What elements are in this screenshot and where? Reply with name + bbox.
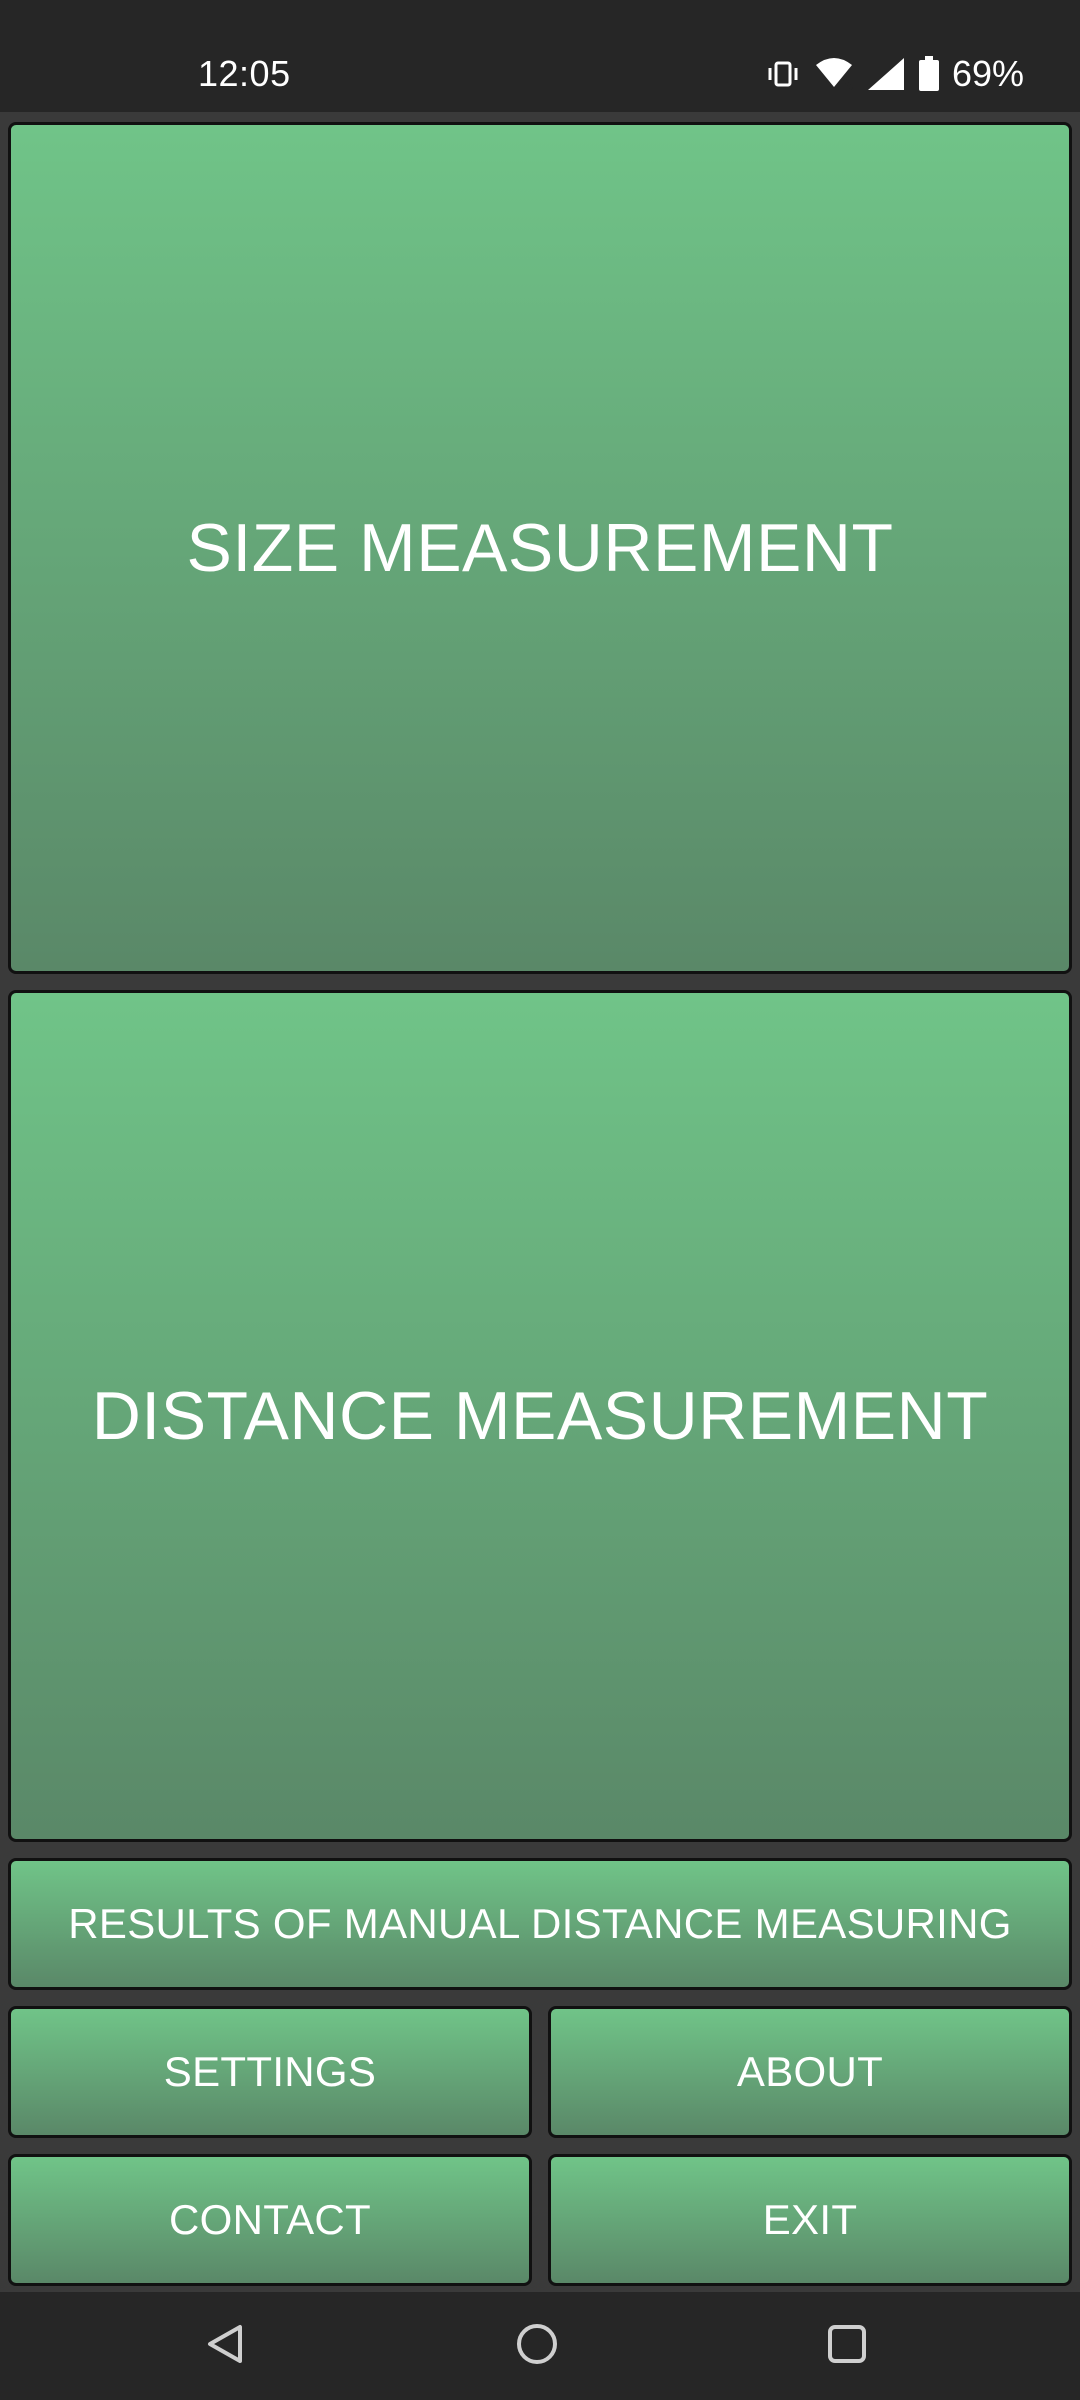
size-measurement-button[interactable]: SIZE MEASUREMENT — [8, 122, 1072, 974]
size-measurement-label: SIZE MEASUREMENT — [186, 510, 894, 586]
back-button[interactable] — [180, 2310, 270, 2382]
status-icons: 69% — [766, 52, 1024, 96]
settings-button[interactable]: SETTINGS — [8, 2006, 532, 2138]
battery-icon — [918, 56, 940, 92]
results-label: RESULTS OF MANUAL DISTANCE MEASURING — [68, 1900, 1012, 1947]
exit-label: EXIT — [762, 2196, 858, 2243]
status-time: 12:05 — [198, 53, 291, 94]
main-menu: SIZE MEASUREMENT DISTANCE MEASUREMENT RE… — [0, 112, 1080, 2292]
status-bar: 12:05 69% — [0, 0, 1080, 112]
back-icon — [202, 2321, 248, 2372]
recents-button[interactable] — [802, 2310, 892, 2382]
battery-percent: 69% — [951, 53, 1024, 94]
results-button[interactable]: RESULTS OF MANUAL DISTANCE MEASURING — [8, 1858, 1072, 1990]
recents-icon — [824, 2321, 870, 2372]
navigation-bar — [0, 2292, 1080, 2400]
wifi-icon — [814, 57, 854, 91]
about-button[interactable]: ABOUT — [548, 2006, 1072, 2138]
distance-measurement-label: DISTANCE MEASUREMENT — [91, 1378, 989, 1454]
about-label: ABOUT — [736, 2048, 884, 2095]
cellular-signal-icon — [866, 56, 906, 92]
distance-measurement-button[interactable]: DISTANCE MEASUREMENT — [8, 990, 1072, 1842]
vibrate-icon — [766, 59, 800, 89]
exit-button[interactable]: EXIT — [548, 2154, 1072, 2286]
settings-label: SETTINGS — [163, 2048, 377, 2095]
contact-button[interactable]: CONTACT — [8, 2154, 532, 2286]
home-icon — [514, 2321, 560, 2372]
contact-label: CONTACT — [169, 2196, 371, 2243]
home-button[interactable] — [492, 2310, 582, 2382]
